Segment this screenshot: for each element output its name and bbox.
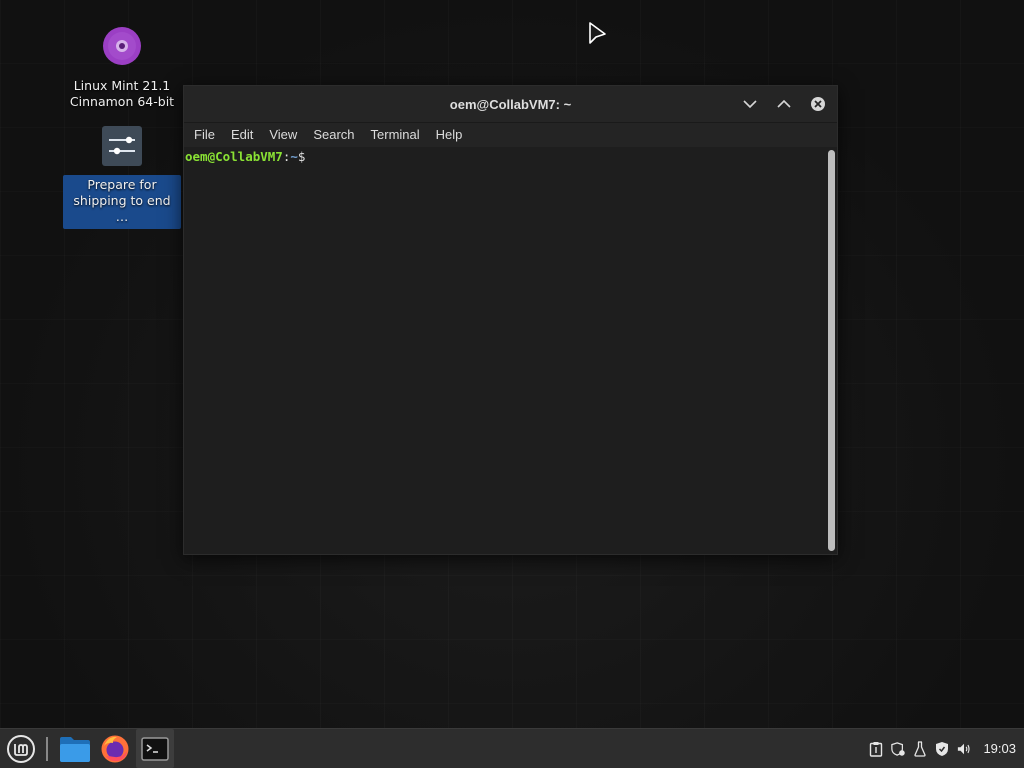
- window-titlebar[interactable]: oem@CollabVM7: ~: [184, 86, 837, 123]
- window-title: oem@CollabVM7: ~: [449, 96, 572, 112]
- window-controls: [739, 86, 829, 122]
- desktop-icon-prepare-shipping[interactable]: Prepare for shipping to end …: [63, 125, 181, 229]
- start-menu-button[interactable]: [2, 729, 40, 768]
- taskbar-separator: [46, 737, 48, 761]
- dvd-disc-icon: [102, 26, 142, 70]
- terminal-scrollbar[interactable]: [828, 150, 835, 551]
- volume-icon[interactable]: [957, 741, 971, 757]
- prompt-symbol: $: [297, 149, 306, 164]
- desktop-icon-linux-mint-dvd[interactable]: Linux Mint 21.1 Cinnamon 64-bit: [63, 26, 181, 110]
- menu-file[interactable]: File: [186, 123, 223, 147]
- maximize-button[interactable]: [773, 93, 795, 115]
- desktop-icon-label: Linux Mint 21.1 Cinnamon 64-bit: [69, 78, 175, 109]
- terminal-text-area[interactable]: oem@CollabVM7:~$: [184, 147, 837, 554]
- chevron-down-icon: [743, 100, 757, 109]
- terminal-window[interactable]: oem@CollabVM7: ~ File Edit View Search T…: [183, 85, 838, 555]
- firefox-icon: [101, 735, 129, 762]
- clipboard-icon[interactable]: [869, 741, 883, 757]
- shell-prompt: oem@CollabVM7:~$: [185, 148, 305, 166]
- sliders-icon: [101, 125, 143, 171]
- menu-view[interactable]: View: [261, 123, 305, 147]
- shield-icon[interactable]: [935, 741, 949, 757]
- close-button[interactable]: [807, 93, 829, 115]
- menu-edit[interactable]: Edit: [223, 123, 261, 147]
- menu-help[interactable]: Help: [428, 123, 471, 147]
- files-launcher[interactable]: [56, 729, 94, 768]
- menu-search[interactable]: Search: [305, 123, 362, 147]
- folder-icon: [60, 736, 90, 762]
- scrollbar-thumb[interactable]: [828, 150, 835, 551]
- terminal-icon: [141, 736, 169, 761]
- flask-icon[interactable]: [913, 740, 927, 757]
- chevron-up-icon: [777, 99, 791, 108]
- prompt-user: oem@CollabVM7: [185, 149, 283, 164]
- prompt-path: ~: [290, 149, 298, 164]
- minimize-button[interactable]: [739, 93, 761, 115]
- taskbar: 19:03: [0, 728, 1024, 768]
- firefox-launcher[interactable]: [96, 729, 134, 768]
- mouse-pointer-icon: [588, 21, 608, 49]
- desktop-icon-label: Prepare for shipping to end …: [63, 175, 181, 229]
- system-tray: 19:03: [869, 729, 1016, 768]
- menu-terminal[interactable]: Terminal: [363, 123, 428, 147]
- update-shield-icon[interactable]: [891, 741, 906, 757]
- taskbar-clock[interactable]: 19:03: [983, 741, 1016, 756]
- terminal-launcher[interactable]: [136, 729, 174, 768]
- menu-bar: File Edit View Search Terminal Help: [184, 123, 837, 147]
- mint-logo-icon: [7, 734, 35, 763]
- close-icon: [811, 97, 825, 111]
